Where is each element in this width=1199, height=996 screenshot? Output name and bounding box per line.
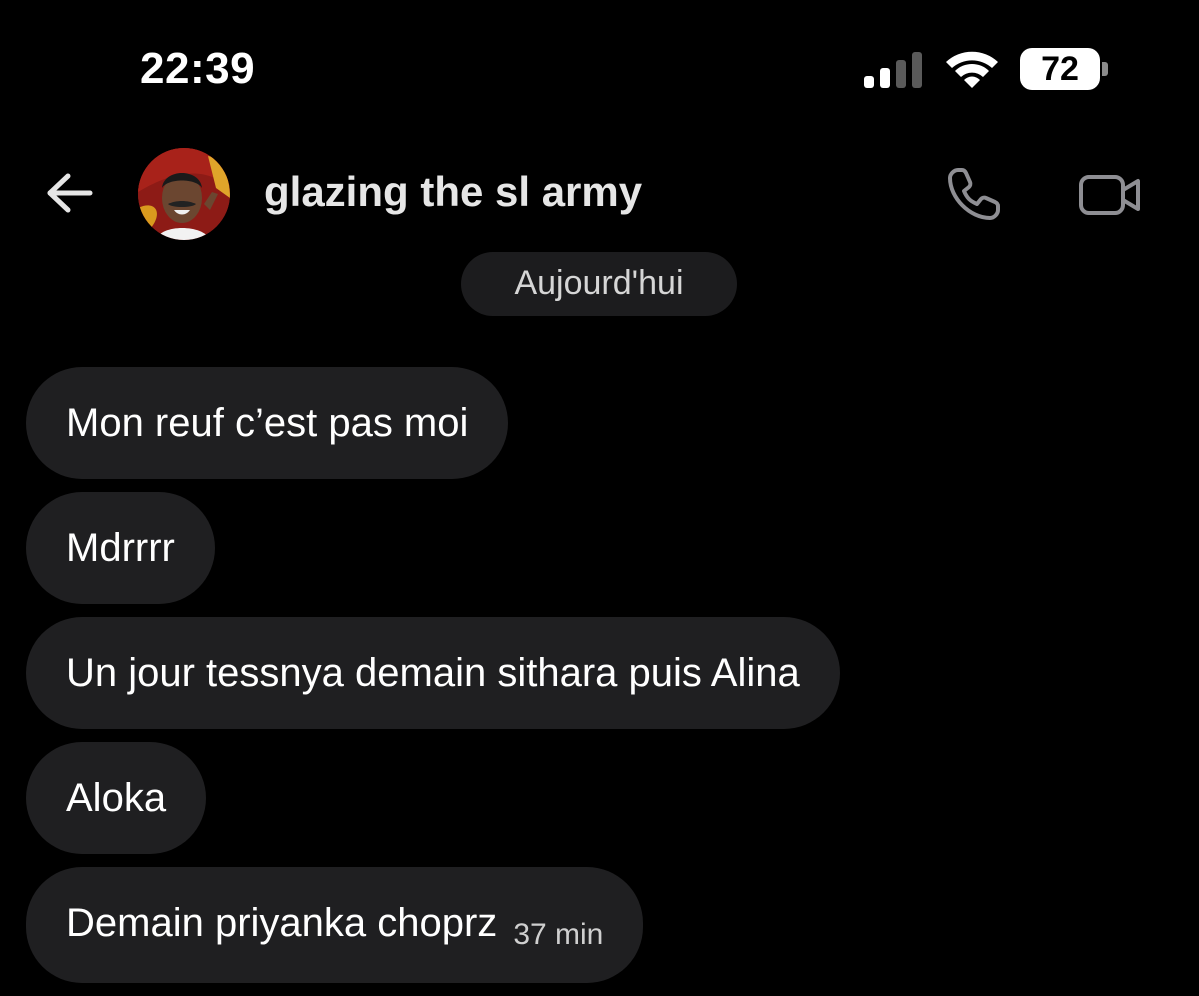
message-text: Aloka [66, 776, 167, 820]
video-camera-icon[interactable] [1078, 170, 1142, 220]
date-separator: Aujourd'hui [461, 252, 737, 316]
chat-header: glazing the sl army [0, 140, 1199, 250]
message-bubble[interactable]: Mon reuf c’est pas moi [26, 367, 509, 479]
message-text: Mon reuf c’est pas moi [66, 401, 469, 445]
message-bubble[interactable]: Demain priyanka choprz 37 min [26, 867, 644, 983]
avatar-image [138, 148, 230, 240]
message-bubble[interactable]: Un jour tessnya demain sithara puis Alin… [26, 617, 840, 729]
message-text: Demain priyanka choprz [66, 901, 498, 945]
avatar[interactable] [138, 148, 230, 240]
battery-tip [1102, 62, 1108, 76]
cellular-signal-icon [864, 52, 922, 88]
arrow-left-icon[interactable] [40, 168, 96, 218]
battery-indicator: 72 [1020, 48, 1100, 90]
chat-title[interactable]: glazing the sl army [264, 168, 642, 216]
message-text: Mdrrrr [66, 526, 175, 570]
battery-level: 72 [1041, 50, 1079, 88]
status-time: 22:39 [140, 44, 256, 93]
message-bubble[interactable]: Aloka [26, 742, 207, 854]
phone-icon[interactable] [944, 164, 1004, 224]
status-bar: 22:39 72 [0, 0, 1199, 130]
message-text: Un jour tessnya demain sithara puis Alin… [66, 651, 800, 695]
message-timestamp: 37 min [513, 918, 604, 951]
message-bubble[interactable]: Mdrrrr [26, 492, 215, 604]
message-list: Mon reuf c’est pas moi Mdrrrr Un jour te… [26, 367, 1176, 996]
wifi-icon [946, 51, 998, 88]
